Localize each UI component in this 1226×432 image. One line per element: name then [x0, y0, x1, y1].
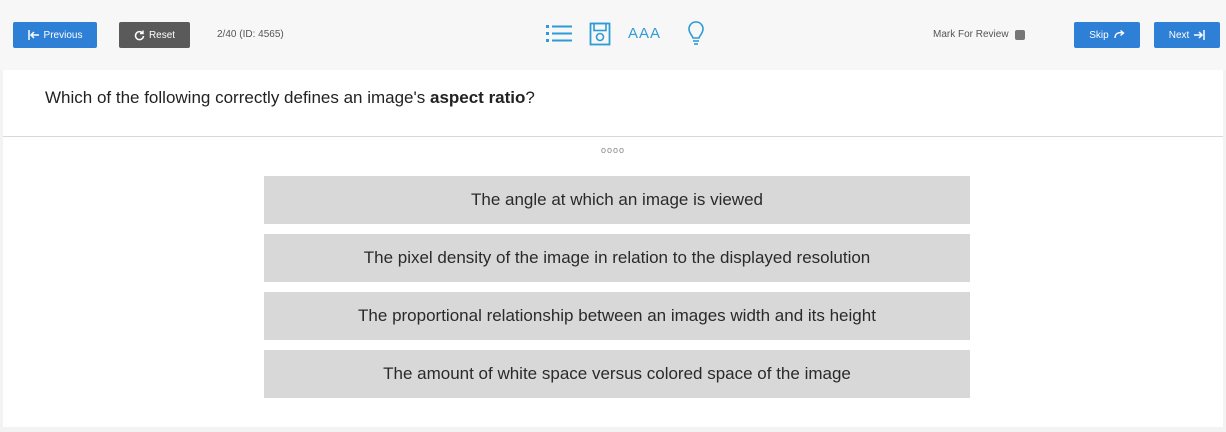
list-icon[interactable]	[545, 22, 573, 46]
skip-button[interactable]: Skip	[1074, 22, 1140, 48]
answer-option[interactable]: The amount of white space versus colored…	[264, 350, 970, 398]
answer-option[interactable]: The proportional relationship between an…	[264, 292, 970, 340]
question-suffix: ?	[525, 88, 535, 107]
question-prefix: Which of the following correctly defines…	[45, 88, 430, 107]
last-page-icon	[1194, 30, 1206, 40]
mark-for-review-label: Mark For Review	[933, 29, 1009, 40]
reset-button[interactable]: Reset	[119, 22, 190, 48]
skip-label: Skip	[1089, 29, 1109, 41]
question-text: Which of the following correctly defines…	[45, 88, 535, 108]
question-panel: Which of the following correctly defines…	[3, 70, 1223, 137]
save-icon[interactable]	[589, 22, 611, 46]
previous-button[interactable]: Previous	[13, 22, 97, 48]
reset-label: Reset	[148, 29, 176, 41]
first-page-icon	[27, 30, 39, 40]
question-keyword: aspect ratio	[429, 88, 526, 107]
mark-for-review[interactable]: Mark For Review	[933, 29, 1025, 40]
skip-icon	[1114, 30, 1125, 39]
answer-option[interactable]: The angle at which an image is viewed	[264, 176, 970, 224]
font-size-text: AAA	[628, 25, 662, 42]
question-counter: 2/40 (ID: 4565)	[217, 29, 284, 40]
top-toolbar: Previous Reset 2/40 (ID: 4565) AAA Mark …	[0, 0, 1226, 70]
answer-option[interactable]: The pixel density of the image in relati…	[264, 234, 970, 282]
lightbulb-icon[interactable]	[687, 20, 705, 48]
next-button[interactable]: Next	[1154, 22, 1220, 48]
reset-icon	[134, 30, 145, 40]
font-size-icon[interactable]: AAA	[628, 25, 661, 42]
previous-label: Previous	[43, 29, 83, 41]
next-label: Next	[1168, 29, 1190, 41]
mark-for-review-checkbox[interactable]	[1014, 29, 1025, 40]
resize-handle[interactable]: oooo	[3, 145, 1223, 155]
